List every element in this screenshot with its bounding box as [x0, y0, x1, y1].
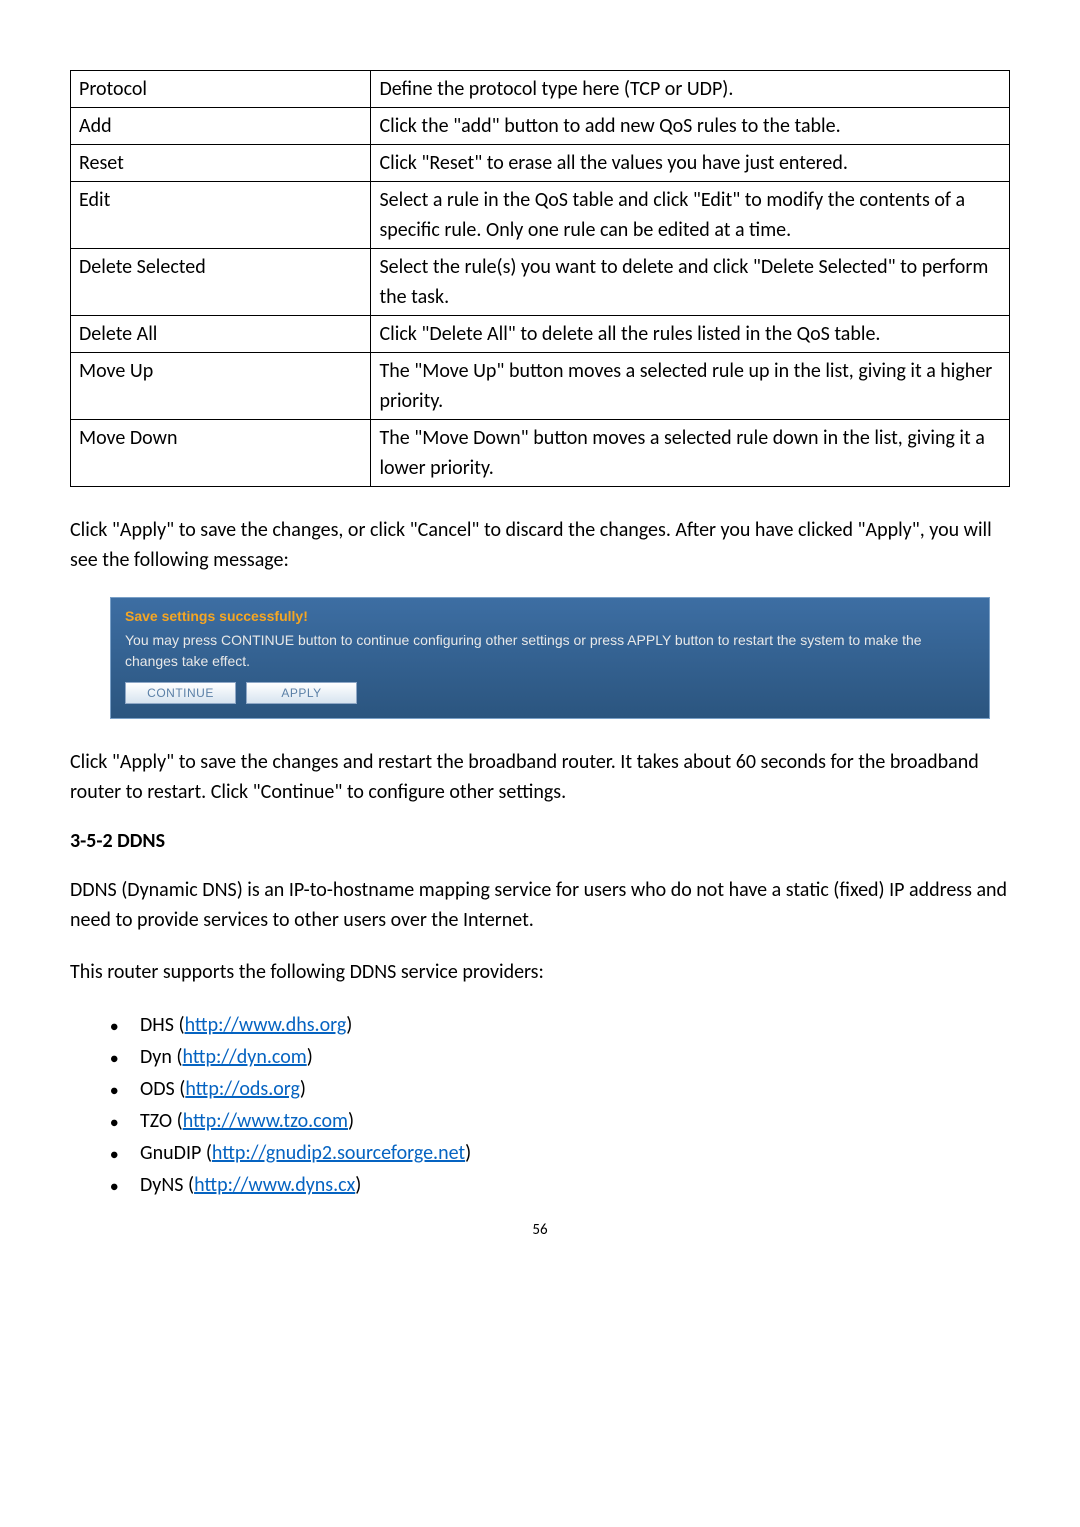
cell-value: Select a rule in the QoS table and click… [371, 182, 1010, 249]
table-row: Delete AllClick "Delete All" to delete a… [71, 316, 1010, 353]
cell-key: Delete All [71, 316, 371, 353]
table-row: Move DownThe "Move Down" button moves a … [71, 420, 1010, 487]
provider-link[interactable]: http://ods.org [185, 1077, 300, 1101]
provider-name: DyNS [140, 1173, 183, 1197]
paragraph-restart: Click "Apply" to save the changes and re… [70, 747, 1010, 807]
provider-list: DHS (http://www.dhs.org) Dyn (http://dyn… [110, 1009, 1010, 1201]
table-row: ResetClick "Reset" to erase all the valu… [71, 145, 1010, 182]
cell-key: Move Up [71, 353, 371, 420]
cell-value: Click "Reset" to erase all the values yo… [371, 145, 1010, 182]
list-item: TZO (http://www.tzo.com) [110, 1105, 1010, 1137]
table-row: Delete SelectedSelect the rule(s) you wa… [71, 249, 1010, 316]
cell-value: The "Move Up" button moves a selected ru… [371, 353, 1010, 420]
cell-value: Click the "add" button to add new QoS ru… [371, 108, 1010, 145]
paragraph-providers-intro: This router supports the following DDNS … [70, 957, 1010, 987]
list-item: DyNS (http://www.dyns.cx) [110, 1169, 1010, 1201]
cell-key: Delete Selected [71, 249, 371, 316]
cell-key: Protocol [71, 71, 371, 108]
provider-link[interactable]: http://www.dyns.cx [194, 1173, 355, 1197]
cell-value: Click "Delete All" to delete all the rul… [371, 316, 1010, 353]
table-row: AddClick the "add" button to add new QoS… [71, 108, 1010, 145]
provider-link[interactable]: http://www.tzo.com [183, 1109, 348, 1133]
provider-name: Dyn [140, 1045, 172, 1069]
section-heading-ddns: 3-5-2 DDNS [70, 829, 1010, 853]
list-item: DHS (http://www.dhs.org) [110, 1009, 1010, 1041]
list-item: Dyn (http://dyn.com) [110, 1041, 1010, 1073]
cell-key: Edit [71, 182, 371, 249]
list-item: GnuDIP (http://gnudip2.sourceforge.net) [110, 1137, 1010, 1169]
provider-name: ODS [140, 1077, 175, 1101]
save-settings-notice: Save settings successfully! You may pres… [110, 597, 990, 719]
table-row: ProtocolDefine the protocol type here (T… [71, 71, 1010, 108]
provider-link[interactable]: http://www.dhs.org [185, 1013, 347, 1037]
notice-buttons: CONTINUE APPLY [125, 682, 975, 704]
settings-table: ProtocolDefine the protocol type here (T… [70, 70, 1010, 487]
continue-button[interactable]: CONTINUE [125, 682, 236, 704]
provider-link[interactable]: http://dyn.com [182, 1045, 306, 1069]
apply-button[interactable]: APPLY [246, 682, 357, 704]
notice-body: You may press CONTINUE button to continu… [125, 630, 975, 672]
paragraph-apply-cancel: Click "Apply" to save the changes, or cl… [70, 515, 1010, 575]
page-number: 56 [70, 1221, 1010, 1239]
cell-value: Define the protocol type here (TCP or UD… [371, 71, 1010, 108]
cell-value: The "Move Down" button moves a selected … [371, 420, 1010, 487]
cell-key: Add [71, 108, 371, 145]
cell-value: Select the rule(s) you want to delete an… [371, 249, 1010, 316]
provider-name: DHS [140, 1013, 174, 1037]
table-row: Move UpThe "Move Up" button moves a sele… [71, 353, 1010, 420]
list-item: ODS (http://ods.org) [110, 1073, 1010, 1105]
provider-name: GnuDIP [140, 1141, 201, 1165]
notice-title: Save settings successfully! [125, 608, 975, 624]
paragraph-ddns-desc: DDNS (Dynamic DNS) is an IP-to-hostname … [70, 875, 1010, 935]
cell-key: Move Down [71, 420, 371, 487]
provider-link[interactable]: http://gnudip2.sourceforge.net [212, 1141, 465, 1165]
table-row: EditSelect a rule in the QoS table and c… [71, 182, 1010, 249]
cell-key: Reset [71, 145, 371, 182]
provider-name: TZO [140, 1109, 172, 1133]
